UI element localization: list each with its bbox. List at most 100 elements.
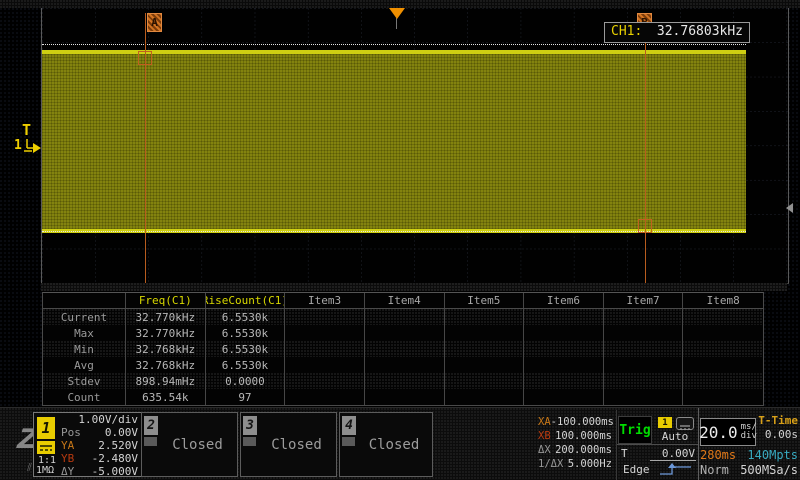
ch1-readout-value: 32.76803kHz xyxy=(657,25,743,39)
dx-value: 200.000ms xyxy=(555,444,612,456)
acq-points: 140Mpts xyxy=(742,448,798,462)
cell xyxy=(604,325,684,341)
channel1-panel[interactable]: 1 1.00V/div Pos 0.00V YA 2.520V YB -2.48… xyxy=(33,412,142,477)
row-label: Current xyxy=(43,309,126,325)
cell xyxy=(445,309,525,325)
channel1-badge[interactable]: 1 xyxy=(37,417,55,439)
ch1-impedance: 1MΩ xyxy=(36,465,54,476)
cell: 97 xyxy=(206,389,286,405)
channel4-badge[interactable]: 4 xyxy=(342,416,356,435)
header-cell-item6[interactable]: Item6 xyxy=(524,293,604,308)
cell xyxy=(524,309,604,325)
trigger-level-label: T xyxy=(621,447,628,460)
acq-window: 280ms xyxy=(700,448,736,462)
xa-label: XA xyxy=(538,416,551,428)
row-label: Min xyxy=(43,341,126,357)
row-label: Avg xyxy=(43,357,126,373)
ch1-pos-value: 0.00V xyxy=(105,426,138,439)
trigger-level-marker[interactable]: T xyxy=(22,122,31,139)
ch1-yb-label: YB xyxy=(61,452,74,465)
table-row-max: Max 32.770kHz 6.5530k xyxy=(43,325,763,341)
trigger-source-badge[interactable]: 1 xyxy=(658,417,672,428)
cell xyxy=(445,341,525,357)
cell xyxy=(524,357,604,373)
trigger-level-value[interactable]: 0.00V xyxy=(648,447,695,460)
ch1-readout-label: CH1: xyxy=(611,25,642,39)
header-cell-item4[interactable]: Item4 xyxy=(365,293,445,308)
cursor-xb-row: XB 100.000ms xyxy=(538,429,612,443)
ch1-ground-marker-label: 1 xyxy=(14,139,22,153)
invdx-label: 1/ΔX xyxy=(538,458,563,470)
cursor-readout-block[interactable]: XA -100.000ms XB 100.000ms ΔX 200.000ms … xyxy=(538,415,612,471)
header-cell-freq[interactable]: Freq(C1) xyxy=(126,293,206,308)
channel2-panel[interactable]: 2 Closed xyxy=(141,412,238,477)
cell xyxy=(524,389,604,405)
timebase-box[interactable]: 20.0 ms/div xyxy=(700,418,756,446)
sample-rate: 500MSa/s xyxy=(740,463,798,477)
cell xyxy=(285,309,365,325)
channel3-badge[interactable]: 3 xyxy=(243,416,257,435)
separator-strip xyxy=(41,283,787,291)
cell xyxy=(683,325,763,341)
trigger-type[interactable]: Edge xyxy=(623,463,650,476)
ch1-ya-label: YA xyxy=(61,439,74,452)
divider xyxy=(698,408,699,480)
header-cell-item3[interactable]: Item3 xyxy=(285,293,365,308)
row-label: Max xyxy=(43,325,126,341)
ch1-dc-coupling-icon[interactable] xyxy=(37,441,55,454)
cell xyxy=(524,341,604,357)
channel4-panel[interactable]: 4 Closed xyxy=(339,412,433,477)
ch1-waveform-band xyxy=(42,51,746,233)
channel2-badge[interactable]: 2 xyxy=(144,416,158,435)
cell xyxy=(445,357,525,373)
ch1-dy-label: ΔY xyxy=(61,465,74,478)
cell xyxy=(365,357,445,373)
table-row-min: Min 32.768kHz 6.5530k xyxy=(43,341,763,357)
cell: 32.770kHz xyxy=(126,325,206,341)
right-arrow-icon xyxy=(23,138,43,153)
trigger-coupling-dc-icon[interactable] xyxy=(676,417,694,430)
cell xyxy=(365,325,445,341)
header-cell-item7[interactable]: Item7 xyxy=(604,293,684,308)
trig-button[interactable]: Trig xyxy=(618,416,652,444)
cell xyxy=(285,373,365,389)
cell xyxy=(683,389,763,405)
cell xyxy=(604,389,684,405)
rising-edge-icon xyxy=(658,463,694,476)
ch1-ground-marker[interactable]: 1 xyxy=(14,138,43,153)
cell: 32.768kHz xyxy=(126,341,206,357)
cell xyxy=(445,325,525,341)
channel2-status: Closed xyxy=(158,437,237,453)
header-cell-risecount[interactable]: RiseCount(C1) xyxy=(206,293,286,308)
acq-mode[interactable]: Norm xyxy=(700,463,729,477)
cursor-ya-line[interactable] xyxy=(42,44,746,45)
trigger-position-marker-icon[interactable] xyxy=(389,8,405,19)
cell xyxy=(524,325,604,341)
trigger-position-stem xyxy=(396,18,397,29)
channel3-panel[interactable]: 3 Closed xyxy=(240,412,337,477)
channel2-coupling-icon xyxy=(144,437,157,446)
divider xyxy=(616,410,617,480)
cell xyxy=(365,389,445,405)
cell xyxy=(683,373,763,389)
channel3-coupling-icon xyxy=(243,437,256,446)
ch1-ya-value: 2.520V xyxy=(98,439,138,452)
cell xyxy=(683,309,763,325)
measurement-table: Freq(C1) RiseCount(C1) Item3 Item4 Item5… xyxy=(42,292,764,406)
logo-hatch-icon: ⫽ xyxy=(27,461,32,475)
dx-label: ΔX xyxy=(538,444,551,456)
cell xyxy=(365,341,445,357)
top-edge-strip xyxy=(0,0,800,8)
header-cell-item8[interactable]: Item8 xyxy=(683,293,763,308)
cursor-xb-line[interactable] xyxy=(645,13,646,283)
cursor-a-tag[interactable]: A xyxy=(147,13,162,32)
trigger-mode[interactable]: Auto xyxy=(656,430,694,443)
cell: 6.5530k xyxy=(206,357,286,373)
right-edge-level-marker-icon[interactable] xyxy=(786,203,793,213)
header-cell-item5[interactable]: Item5 xyxy=(445,293,525,308)
cell xyxy=(445,389,525,405)
xb-label: XB xyxy=(538,430,551,442)
cell: 32.768kHz xyxy=(126,357,206,373)
cell: 6.5530k xyxy=(206,341,286,357)
ttime-label: T-Time xyxy=(754,414,798,427)
